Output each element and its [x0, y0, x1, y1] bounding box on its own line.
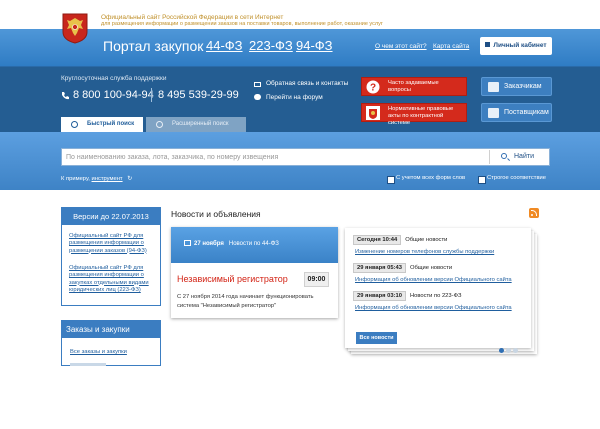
site-header: Официальный сайт Российской Федерации в … — [0, 0, 600, 29]
emblem-icon — [366, 106, 380, 120]
page-blank-area — [0, 366, 600, 429]
clock-icon — [71, 121, 78, 128]
search-button[interactable]: Найти — [489, 150, 548, 164]
strict-match-checkbox[interactable]: Строгое соответствие — [478, 175, 546, 184]
featured-news-text: С 27 ноября 2014 года начинает функциони… — [177, 294, 314, 309]
news-item-2-link[interactable]: Информация об обновлении версии Официаль… — [355, 277, 512, 283]
support-label: Круглосуточная служба поддержки — [61, 75, 167, 82]
support-phone-2[interactable]: 8 495 539-29-99 — [158, 89, 239, 101]
search-button-label: Найти — [514, 153, 534, 160]
news-item-2-date: 29 января 05:43 — [353, 263, 406, 273]
phone-divider — [151, 88, 152, 102]
news-list-card: Сегодня 10:44 Общие новости Изменение ном… — [345, 228, 531, 348]
faq-label: Часто задаваемые вопросы — [388, 80, 439, 93]
coat-of-arms-icon[interactable] — [61, 12, 89, 44]
personal-cabinet-label: Личный кабинет — [493, 42, 547, 49]
law-94-link[interactable]: 94-ФЗ — [296, 38, 333, 53]
carousel-dot-1[interactable] — [499, 348, 504, 353]
portal-title[interactable]: Портал закупок — [103, 38, 203, 54]
carousel-dot-2[interactable] — [506, 348, 511, 353]
search-example: К примеру, инструмент ↻ — [61, 176, 132, 182]
mail-icon — [254, 82, 261, 87]
calendar-icon — [184, 240, 191, 246]
news-item-2-meta: 29 января 05:43 Общие новости — [353, 263, 452, 273]
feedback-link[interactable]: Обратная связь и контакты — [266, 80, 348, 87]
portal-page: Официальный сайт Российской Федерации в … — [0, 0, 600, 429]
news-title: Новости и объявления — [171, 209, 261, 219]
lock-icon — [485, 42, 491, 47]
phone-icon — [62, 92, 69, 100]
featured-news-category: Новости по 44-ФЗ — [228, 241, 279, 247]
featured-news-time: 09:00 — [304, 272, 329, 287]
all-news-button[interactable]: Все новости — [356, 332, 397, 344]
suppliers-label: Поставщикам — [504, 109, 549, 116]
example-label: К примеру, — [61, 176, 90, 182]
about-site-link[interactable]: О чем этот сайт? — [375, 43, 427, 50]
news-item-3-date: 29 января 03:10 — [353, 291, 406, 301]
law-223-link[interactable]: 223-ФЗ — [249, 38, 293, 53]
version-223-link[interactable]: Официальный сайт РФ для размещения инфор… — [69, 265, 157, 294]
building-icon — [488, 108, 499, 118]
faq-button[interactable]: ? Часто задаваемые вопросы — [361, 77, 467, 96]
rss-icon[interactable] — [529, 208, 539, 218]
tab-advanced-search[interactable]: Расширенный поиск — [146, 117, 246, 132]
customers-label: Заказчикам — [504, 83, 542, 90]
carousel-dot-3[interactable] — [513, 348, 518, 353]
all-orders-link[interactable]: Все заказы и закупки — [70, 349, 127, 355]
news-item-3-link[interactable]: Информация об обновлении версии Официаль… — [355, 305, 512, 311]
orders-box: Заказы и закупки Все заказы и закупки — [61, 320, 161, 366]
versions-title: Версии до 22.07.2013 — [62, 208, 160, 225]
law-44-link[interactable]: 44-ФЗ — [206, 38, 243, 53]
news-item-3-category: Новости по 223-ФЗ — [409, 293, 462, 299]
versions-box: Версии до 22.07.2013 Официальный сайт РФ… — [61, 207, 161, 306]
news-item-1-category: Общие новости — [405, 237, 448, 243]
news-list-stack: Сегодня 10:44 Общие новости Изменение ном… — [345, 228, 538, 354]
chat-icon — [254, 94, 261, 100]
site-subtitle-line2: для размещения информации о размещении з… — [101, 21, 383, 27]
site-subtitle-line1: Официальный сайт Российской Федерации в … — [101, 14, 284, 21]
featured-news-header: 27 ноября Новости по 44-ФЗ — [171, 227, 338, 263]
sitemap-link[interactable]: Карта сайта — [433, 43, 469, 50]
carousel-dots — [499, 340, 520, 358]
news-item-1-date: Сегодня 10:44 — [353, 235, 402, 245]
featured-news-headline[interactable]: Независимый регистратор — [177, 274, 288, 284]
tab-quick-search[interactable]: Быстрый поиск — [61, 117, 143, 132]
news-item-2-category: Общие новости — [409, 265, 453, 271]
regulations-button[interactable]: Нормативные правовые акты по контрактной… — [361, 103, 467, 126]
support-phone-1[interactable]: 8 800 100-94-94 — [73, 89, 154, 101]
forum-link[interactable]: Перейти на форум — [266, 94, 323, 101]
all-word-forms-checkbox[interactable]: С учетом всех форм слов — [387, 175, 465, 184]
main-navigation-bar: Портал закупок 44-ФЗ 223-ФЗ 94-ФЗ О чем … — [0, 29, 600, 67]
orders-title: Заказы и закупки — [62, 321, 160, 338]
customers-button[interactable]: Заказчикам — [481, 77, 552, 96]
suppliers-button[interactable]: Поставщикам — [481, 103, 552, 122]
news-item-3-meta: 29 января 03:10 Новости по 223-ФЗ — [353, 291, 461, 301]
personal-cabinet-button[interactable]: Личный кабинет — [480, 37, 552, 55]
tab-advanced-search-label: Расширенный поиск — [172, 121, 229, 127]
news-item-1-meta: Сегодня 10:44 Общие новости — [353, 235, 447, 245]
news-item-1-link[interactable]: Изменение номеров телефонов службы подде… — [355, 249, 494, 255]
search-input[interactable] — [61, 148, 550, 166]
briefcase-icon — [488, 82, 499, 92]
question-icon: ? — [366, 80, 380, 94]
refresh-icon[interactable]: ↻ — [127, 176, 132, 182]
example-link[interactable]: инструмент — [92, 176, 123, 182]
featured-news-date: 27 ноября — [194, 241, 224, 247]
magnifier-icon — [501, 153, 507, 159]
tab-quick-search-label: Быстрый поиск — [87, 121, 135, 127]
version-94-link[interactable]: Официальный сайт РФ для размещения инфор… — [69, 233, 157, 255]
search-icon — [156, 121, 163, 128]
svg-text:?: ? — [370, 83, 376, 94]
